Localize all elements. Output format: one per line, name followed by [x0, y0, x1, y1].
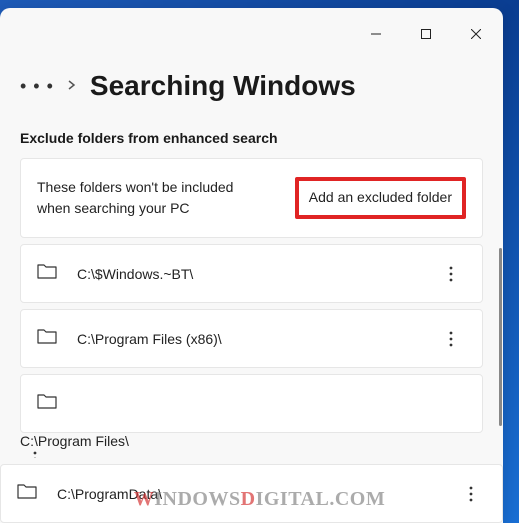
excluded-folder-row[interactable]: C:\$Windows.~BT\ — [20, 244, 483, 303]
folder-path: C:\Program Files\ — [20, 433, 129, 449]
chevron-right-icon — [68, 79, 76, 93]
folder-options-button[interactable] — [456, 486, 486, 502]
folder-icon — [17, 483, 37, 504]
breadcrumb: • • • Searching Windows — [20, 70, 483, 102]
excluded-folder-row[interactable] — [20, 374, 483, 433]
maximize-icon — [421, 29, 431, 39]
kebab-icon — [449, 331, 453, 347]
exclude-header-card: These folders won't be included when sea… — [20, 158, 483, 238]
folder-path: C:\Program Files (x86)\ — [77, 331, 416, 347]
breadcrumb-back-button[interactable]: • • • — [20, 76, 54, 97]
excluded-folder-row[interactable]: C:\Program Files (x86)\ — [20, 309, 483, 368]
scrollbar-thumb[interactable] — [499, 248, 502, 426]
folder-options-button[interactable] — [20, 451, 50, 458]
kebab-icon — [469, 486, 473, 502]
folder-icon — [37, 393, 57, 414]
maximize-button[interactable] — [403, 16, 449, 52]
minimize-icon — [371, 29, 381, 39]
page-title: Searching Windows — [90, 70, 356, 102]
folder-options-button[interactable] — [436, 266, 466, 282]
folder-path: C:\$Windows.~BT\ — [77, 266, 416, 282]
folder-options-button[interactable] — [436, 331, 466, 347]
add-excluded-folder-button[interactable]: Add an excluded folder — [309, 189, 452, 205]
settings-window: • • • Searching Windows Exclude folders … — [0, 8, 503, 523]
highlight-annotation: Add an excluded folder — [295, 177, 466, 219]
window-titlebar — [0, 8, 503, 52]
exclude-description: These folders won't be included when sea… — [37, 177, 247, 219]
minimize-button[interactable] — [353, 16, 399, 52]
folder-icon — [37, 328, 57, 349]
kebab-icon — [33, 451, 37, 458]
folder-icon — [37, 263, 57, 284]
content-area: • • • Searching Windows Exclude folders … — [0, 52, 503, 458]
close-button[interactable] — [453, 16, 499, 52]
section-heading: Exclude folders from enhanced search — [20, 130, 483, 146]
kebab-icon — [449, 266, 453, 282]
watermark: WINDOWSDIGITAL.COM — [134, 488, 385, 511]
close-icon — [471, 29, 481, 39]
